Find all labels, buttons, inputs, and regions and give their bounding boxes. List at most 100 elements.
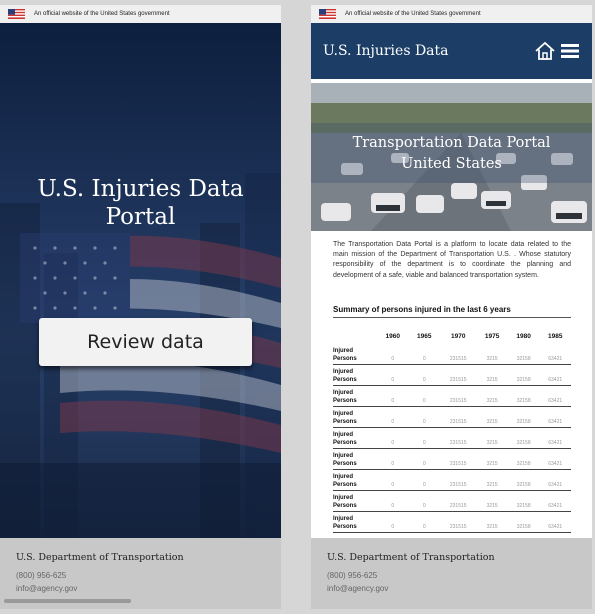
table-cell: 0 [377,448,409,470]
table-cell: 3215 [476,427,508,449]
table-cell: 3215 [476,343,508,365]
footer-department: U.S. Department of Transportation [327,552,495,563]
table-cell: 3215 [476,511,508,533]
table-header-row: 1960 1965 1970 1975 1980 1985 [333,329,571,343]
screen-data-portal: An official website of the United States… [311,5,592,609]
hero-title-line2: United States [401,156,502,172]
row-label: Injured Persons [333,469,377,491]
table-row: Injured Persons 0 0 231515 3215 32158 63421 [333,448,571,470]
table-cell: 0 [408,448,441,470]
table-cell: 0 [408,385,441,407]
table-cell: 231515 [440,427,477,449]
home-icon[interactable] [534,41,556,61]
table-cell: 32158 [507,511,540,533]
table-cell: 231515 [440,448,477,470]
row-label: Injured Persons [333,511,377,533]
table-cell: 0 [377,343,409,365]
table-cell: 231515 [440,343,477,365]
column-header: 1960 [385,332,400,340]
table-cell: 32158 [507,406,540,428]
screen-landing: An official website of the United States… [0,5,281,609]
hero-title: Transportation Data Portal United States [311,133,592,175]
table-cell: 32158 [507,385,540,407]
table-cell: 3215 [476,448,508,470]
us-flag-icon [8,9,25,19]
table-cell: 32158 [507,343,540,365]
row-label: Injured Persons [333,406,377,428]
table-cell: 3215 [476,469,508,491]
table-cell: 231515 [440,490,477,512]
traffic-hero-image: Transportation Data Portal United States [311,83,592,231]
row-label-header [333,329,377,343]
table-cell: 32158 [507,490,540,512]
table-title: Summary of persons injured in the last 6… [333,305,571,318]
hamburger-menu-icon[interactable] [560,42,580,60]
site-header: U.S. Injuries Data [311,23,592,79]
column-header: 1980 [516,332,531,340]
table-cell: 0 [377,469,409,491]
table-cell: 3215 [476,364,508,386]
horizontal-scrollbar[interactable] [4,599,131,603]
footer: U.S. Department of Transportation (800) … [311,538,592,609]
flag-cityscape-background [0,173,281,543]
table-cell: 32158 [507,448,540,470]
column-header: 1970 [450,332,466,340]
table-cell: 63421 [539,343,571,365]
table-body: Injured Persons 0 0 231515 3215 32158 63421 Inj… [333,343,571,533]
hero-title: U.S. Injuries Data Portal [37,176,244,230]
intro-paragraph: The Transportation Data Portal is a plat… [333,241,571,279]
table-cell: 0 [408,469,441,491]
table-row: Injured Persons 0 0 231515 3215 32158 63421 [333,469,571,491]
table-cell: 63421 [539,385,571,407]
table-cell: 0 [408,427,441,449]
footer-phone[interactable]: (800) 956-625 [16,571,265,580]
column-header: 1965 [417,332,432,340]
gov-banner-text: An official website of the United States… [345,11,481,17]
row-label: Injured Persons [333,490,377,512]
table-cell: 63421 [539,427,571,449]
table-cell: 0 [408,343,441,365]
table-cell: 0 [377,364,409,386]
table-cell: 3215 [476,490,508,512]
table-cell: 63421 [539,490,571,512]
table-row: Injured Persons 0 0 231515 3215 32158 63421 [333,490,571,512]
table-cell: 63421 [539,448,571,470]
gov-banner-text: An official website of the United States… [34,11,170,17]
table-cell: 0 [377,385,409,407]
table-cell: 0 [377,511,409,533]
table-cell: 231515 [440,511,477,533]
table-row: Injured Persons 0 0 231515 3215 32158 63421 [333,427,571,449]
footer-department: U.S. Department of Transportation [16,552,184,563]
us-flag-icon [319,9,336,19]
table-cell: 231515 [440,469,477,491]
table-cell: 3215 [476,406,508,428]
table-cell: 32158 [507,469,540,491]
table-cell: 231515 [440,364,477,386]
site-brand[interactable]: U.S. Injuries Data [323,43,530,59]
table-cell: 63421 [539,469,571,491]
table-cell: 63421 [539,364,571,386]
table-cell: 63421 [539,406,571,428]
table-cell: 3215 [476,385,508,407]
table-cell: 0 [408,511,441,533]
footer-email[interactable]: info@agency.gov [327,584,576,593]
row-label: Injured Persons [333,364,377,386]
table-row: Injured Persons 0 0 231515 3215 32158 63421 [333,343,571,365]
table-cell: 0 [408,490,441,512]
table-cell: 231515 [440,385,477,407]
table-cell: 0 [408,364,441,386]
column-header: 1975 [484,332,500,340]
table-cell: 32158 [507,364,540,386]
footer-email[interactable]: info@agency.gov [16,584,265,593]
table-row: Injured Persons 0 0 231515 3215 32158 63421 [333,385,571,407]
table-row: Injured Persons 0 0 231515 3215 32158 63421 [333,511,571,533]
table-row: Injured Persons 0 0 231515 3215 32158 63421 [333,406,571,428]
table-row: Injured Persons 0 0 231515 3215 32158 63421 [333,364,571,386]
row-label: Injured Persons [333,427,377,449]
table-cell: 32158 [507,427,540,449]
table-cell: 0 [377,490,409,512]
gov-banner: An official website of the United States… [311,5,592,23]
row-label: Injured Persons [333,385,377,407]
review-data-button[interactable]: Review data [39,318,252,366]
footer-phone[interactable]: (800) 956-625 [327,571,576,580]
